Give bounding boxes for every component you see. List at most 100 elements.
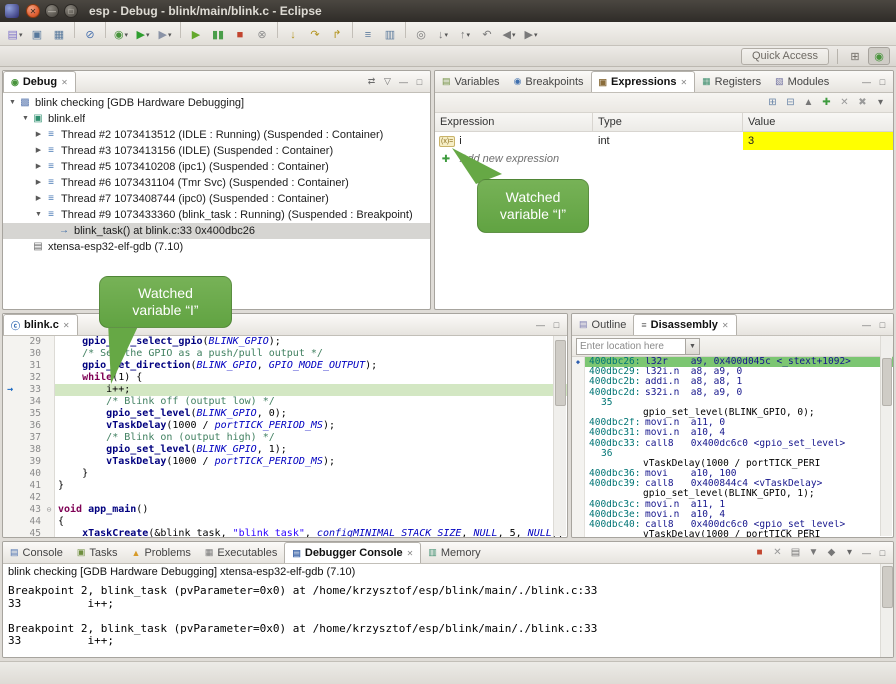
- fold-collapse-icon[interactable]: ⊖: [44, 504, 55, 516]
- scroll-lock-icon[interactable]: ▼: [805, 545, 822, 561]
- tree-expander-icon[interactable]: ▶: [33, 175, 44, 191]
- instruction-stepping-button[interactable]: ≡: [358, 25, 378, 45]
- save-all-button[interactable]: ▦: [49, 25, 69, 45]
- code-line[interactable]: 40 }: [3, 468, 567, 480]
- tab-debugger-console[interactable]: ▤Debugger Console✕: [284, 542, 421, 563]
- editor-marker-ruler[interactable]: [3, 408, 17, 420]
- code-line[interactable]: 29 gpio_pad_select_gpio(BLINK_GPIO);: [3, 336, 567, 348]
- minimize-view-icon[interactable]: —: [533, 317, 548, 332]
- code-line[interactable]: 38 gpio_set_level(BLINK_GPIO, 1);: [3, 444, 567, 456]
- tab-problems[interactable]: ▲Problems: [125, 542, 198, 563]
- code-editor[interactable]: 29 gpio_pad_select_gpio(BLINK_GPIO);30 /…: [3, 336, 567, 537]
- location-dropdown-icon[interactable]: ▼: [686, 338, 700, 355]
- last-edit-location-button[interactable]: ↶: [477, 25, 497, 45]
- remove-launch-icon[interactable]: ✕: [769, 545, 786, 561]
- editor-marker-ruler[interactable]: [3, 468, 17, 480]
- debug-tree-item[interactable]: ▶≡Thread #7 1073408744 (ipc0) (Suspended…: [3, 191, 430, 207]
- minimize-view-icon[interactable]: —: [396, 74, 411, 89]
- code-line[interactable]: 37 /* Blink on (output high) */: [3, 432, 567, 444]
- tab-registers[interactable]: ▦Registers: [695, 71, 768, 92]
- expression-row[interactable]: (x)=iint3: [435, 132, 893, 150]
- code-line[interactable]: 32 while(1) {: [3, 372, 567, 384]
- editor-marker-ruler[interactable]: [3, 420, 17, 432]
- editor-marker-ruler[interactable]: [3, 516, 17, 528]
- code-line[interactable]: →33 i++;: [3, 384, 567, 396]
- tab-breakpoints[interactable]: ◉Breakpoints: [507, 71, 591, 92]
- window-maximize-button[interactable]: □: [64, 4, 78, 18]
- debug-tree-item[interactable]: ▼▩blink checking [GDB Hardware Debugging…: [3, 95, 430, 111]
- run-button[interactable]: ▶▾: [133, 25, 153, 45]
- disassembly-row[interactable]: 400dbc31:movi.n a10, 4: [572, 428, 893, 438]
- tree-expander-icon[interactable]: ▼: [20, 111, 31, 127]
- close-tab-icon[interactable]: ✕: [63, 321, 70, 330]
- disassembly-row[interactable]: 36: [572, 449, 893, 459]
- tab-disassembly[interactable]: ≡Disassembly✕: [633, 314, 736, 335]
- editor-scrollbar[interactable]: [553, 336, 566, 536]
- tab-memory[interactable]: ▥Memory: [421, 542, 487, 563]
- editor-marker-ruler[interactable]: [3, 492, 17, 504]
- code-line[interactable]: 35 gpio_set_level(BLINK_GPIO, 0);: [3, 408, 567, 420]
- disassembly-row[interactable]: ◆400dbc26:l32r a9, 0x400d045c <_stext+10…: [572, 357, 893, 367]
- tree-expander-icon[interactable]: ▶: [33, 143, 44, 159]
- console-output[interactable]: blink checking [GDB Hardware Debugging] …: [3, 564, 893, 657]
- skip-all-breakpoints-button[interactable]: ⊘: [80, 25, 100, 45]
- debug-tree-item[interactable]: ▤xtensa-esp32-elf-gdb (7.10): [3, 239, 430, 255]
- view-menu-icon[interactable]: ▽: [380, 74, 395, 89]
- minimize-view-icon[interactable]: —: [859, 317, 874, 332]
- forward-button[interactable]: ▶▾: [521, 25, 541, 45]
- tab-debug[interactable]: ◉ Debug ✕: [3, 71, 76, 92]
- tree-expander-icon[interactable]: ▶: [33, 191, 44, 207]
- window-close-button[interactable]: ✕: [26, 4, 40, 18]
- editor-marker-ruler[interactable]: [3, 372, 17, 384]
- debug-tree-item[interactable]: ▶≡Thread #6 1073431104 (Tmr Svc) (Suspen…: [3, 175, 430, 191]
- add-expression-icon[interactable]: ✚: [818, 95, 835, 111]
- disassembly-row[interactable]: vTaskDelay(1000 / portTICK_PERI: [572, 459, 893, 469]
- disassembly-row[interactable]: 400dbc2d:s32i.n a8, a9, 0: [572, 388, 893, 398]
- debug-tree-item[interactable]: ▶≡Thread #5 1073410208 (ipc1) (Suspended…: [3, 159, 430, 175]
- disassembly-listing[interactable]: ◆400dbc26:l32r a9, 0x400d045c <_stext+10…: [572, 357, 893, 537]
- debug-tree-item[interactable]: ▶≡Thread #3 1073413156 (IDLE) (Suspended…: [3, 143, 430, 159]
- debug-tree-item[interactable]: ▼≡Thread #9 1073433360 (blink_task : Run…: [3, 207, 430, 223]
- clear-console-icon[interactable]: ▤: [787, 545, 804, 561]
- tab-console[interactable]: ▤Console: [3, 542, 70, 563]
- save-button[interactable]: ▣: [27, 25, 47, 45]
- location-input[interactable]: Enter location here: [576, 338, 686, 355]
- open-perspective-button[interactable]: ⊞: [844, 47, 866, 65]
- back-button[interactable]: ◀▾: [499, 25, 519, 45]
- remove-all-expressions-icon[interactable]: ✖: [854, 95, 871, 111]
- maximize-view-icon[interactable]: □: [875, 545, 890, 560]
- disassembly-row[interactable]: 400dbc2b:addi.n a8, a8, 1: [572, 377, 893, 387]
- disassembly-row[interactable]: 400dbc33:call8 0x400dc6c0 <gpio_set_leve…: [572, 439, 893, 449]
- code-line[interactable]: 39 vTaskDelay(1000 / portTICK_PERIOD_MS)…: [3, 456, 567, 468]
- resume-button[interactable]: ▶: [186, 25, 206, 45]
- disassembly-row[interactable]: 400dbc36:movi a10, 100: [572, 469, 893, 479]
- link-with-editor-icon[interactable]: ⇄: [364, 74, 379, 89]
- maximize-view-icon[interactable]: □: [875, 74, 890, 89]
- debug-button[interactable]: ◉▾: [111, 25, 131, 45]
- minimize-view-icon[interactable]: —: [859, 74, 874, 89]
- quick-access-button[interactable]: Quick Access: [741, 48, 829, 65]
- maximize-view-icon[interactable]: □: [549, 317, 564, 332]
- tab-modules[interactable]: ▧Modules: [768, 71, 836, 92]
- show-logical-structure-icon[interactable]: ⊟: [782, 95, 799, 111]
- instruction-pointer-icon[interactable]: →: [3, 384, 17, 396]
- scrollbar-thumb[interactable]: [882, 358, 892, 406]
- code-line[interactable]: 45 xTaskCreate(&blink_task, "blink_task"…: [3, 528, 567, 537]
- search-button[interactable]: ◎: [411, 25, 431, 45]
- code-line[interactable]: 36 vTaskDelay(1000 / portTICK_PERIOD_MS)…: [3, 420, 567, 432]
- debug-tree-item[interactable]: →blink_task() at blink.c:33 0x400dbc26: [3, 223, 430, 239]
- code-line[interactable]: 34 /* Blink off (output low) */: [3, 396, 567, 408]
- view-menu-icon[interactable]: ▾: [872, 95, 889, 111]
- add-expression-row[interactable]: ✚Add new expression: [435, 150, 893, 168]
- scrollbar-thumb[interactable]: [555, 340, 566, 406]
- tab-outline[interactable]: ▤Outline: [572, 314, 633, 335]
- column-header-expression[interactable]: Expression: [435, 113, 593, 131]
- tab-executables[interactable]: ▦Executables: [198, 542, 284, 563]
- tree-expander-icon[interactable]: ▶: [33, 159, 44, 175]
- collapse-all-icon[interactable]: ▲: [800, 95, 817, 111]
- editor-marker-ruler[interactable]: [3, 432, 17, 444]
- debug-tree-item[interactable]: ▼▣blink.elf: [3, 111, 430, 127]
- editor-marker-ruler[interactable]: [3, 348, 17, 360]
- editor-marker-ruler[interactable]: [3, 444, 17, 456]
- step-over-button[interactable]: ↷: [305, 25, 325, 45]
